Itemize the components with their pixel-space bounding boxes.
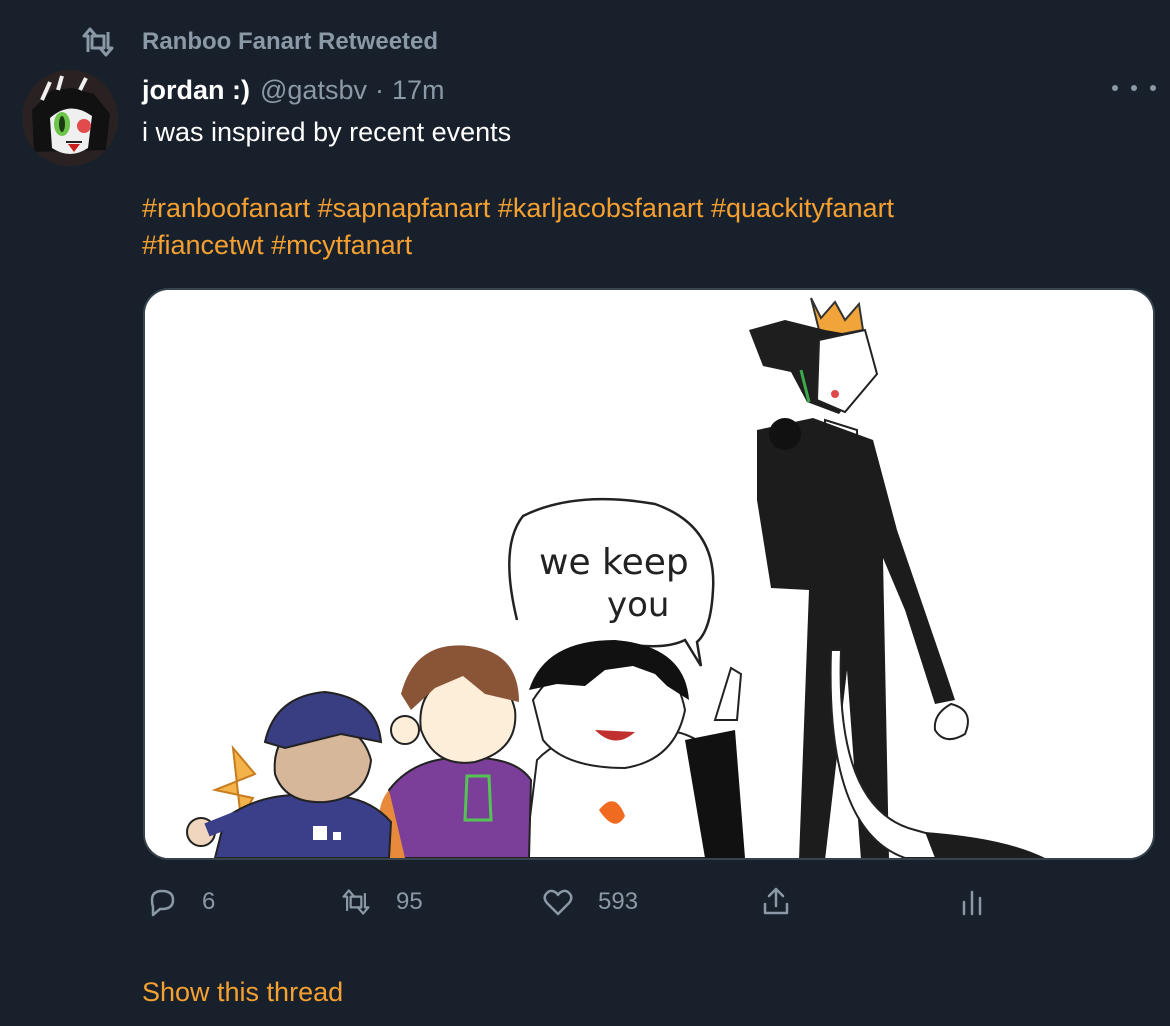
- hashtag-link[interactable]: #karljacobsfanart: [498, 193, 704, 223]
- fanart-illustration: we keep you: [145, 290, 1153, 858]
- reply-icon: [150, 889, 175, 917]
- retweet-count: 95: [396, 888, 423, 915]
- tweet-text: i was inspired by recent events: [142, 117, 512, 147]
- analytics-button[interactable]: [956, 880, 988, 924]
- hashtag-link[interactable]: #mcytfanart: [271, 230, 412, 260]
- like-count: 593: [598, 888, 639, 915]
- tweet-header: jordan :) @gatsbv · 17m: [142, 72, 445, 108]
- tweet-timestamp[interactable]: 17m: [392, 72, 445, 108]
- more-dot-icon: [1112, 85, 1118, 91]
- tweet-media-image[interactable]: we keep you: [143, 288, 1155, 860]
- retweet-context-label: Ranboo Fanart Retweeted: [142, 28, 439, 55]
- hashtag-list: #ranboofanart #sapnapfanart #karljacobsf…: [142, 190, 1142, 264]
- retweet-button[interactable]: 95: [340, 880, 423, 924]
- retweet-context[interactable]: Ranboo Fanart Retweeted: [80, 26, 438, 58]
- hashtag-link[interactable]: #sapnapfanart: [318, 193, 491, 223]
- analytics-icon: [962, 890, 982, 916]
- avatar-image: [22, 70, 118, 166]
- hashtag-link[interactable]: #ranboofanart: [142, 193, 310, 223]
- like-button[interactable]: 593: [542, 880, 638, 924]
- show-thread-link[interactable]: Show this thread: [142, 972, 343, 1012]
- author-handle[interactable]: @gatsbv: [260, 72, 367, 108]
- retweet-icon: [82, 27, 114, 57]
- heart-icon: [543, 889, 573, 916]
- avatar[interactable]: [22, 70, 118, 166]
- more-dot-icon: [1150, 85, 1156, 91]
- more-options-button[interactable]: [1112, 76, 1156, 100]
- header-separator: ·: [374, 75, 384, 105]
- speech-bubble-line-1: we keep: [539, 542, 689, 583]
- hashtag-link[interactable]: #fiancetwt: [142, 230, 264, 260]
- reply-button[interactable]: 6: [146, 880, 215, 924]
- speech-bubble-line-2: you: [607, 585, 669, 625]
- share-icon: [763, 887, 789, 915]
- author-name[interactable]: jordan :): [142, 72, 250, 108]
- more-dot-icon: [1131, 85, 1137, 91]
- retweet-icon: [342, 889, 370, 915]
- hashtag-link[interactable]: #quackityfanart: [711, 193, 894, 223]
- share-button[interactable]: [760, 880, 792, 924]
- reply-count: 6: [202, 888, 216, 915]
